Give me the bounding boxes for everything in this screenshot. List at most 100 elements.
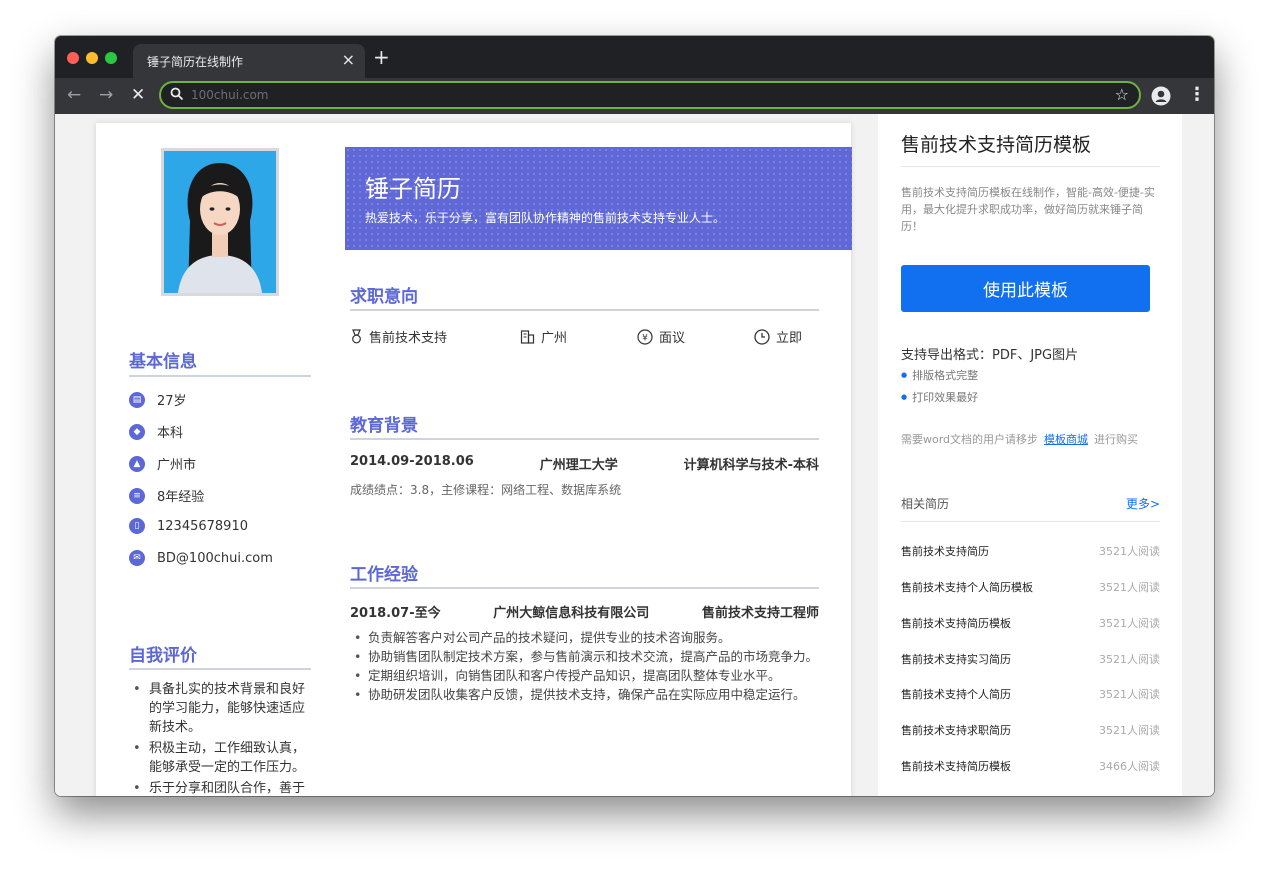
intent-city: 广州 — [520, 327, 567, 346]
education-title: 教育背景 — [350, 416, 418, 436]
related-item[interactable]: 售前技术支持实习简历 3521人阅读 — [901, 651, 1160, 667]
info-age-text: 27岁 — [157, 394, 187, 409]
list-item: 负责解答客户对公司产品的技术疑问，提供专业的技术咨询服务。 — [350, 629, 819, 646]
resume-tagline: 热爱技术，乐于分享，富有团队协作精神的售前技术支持专业人士。 — [365, 211, 726, 225]
export-format-title: 支持导出格式：PDF、JPG图片 — [901, 348, 1079, 363]
template-sidebar: 售前技术支持简历模板 售前技术支持简历模板在线制作，智能-高效-便捷-实用，最大… — [878, 114, 1182, 796]
browser-tab[interactable]: 锤子简历在线制作 × — [133, 44, 365, 78]
list-item: 协助销售团队制定技术方案，参与售前演示和技术交流，提高产品的市场竞争力。 — [350, 648, 819, 665]
education-period: 2014.09-2018.06 — [350, 454, 474, 469]
more-link[interactable]: 更多> — [1126, 495, 1160, 512]
related-title: 相关简历 — [901, 497, 950, 511]
template-title: 售前技术支持简历模板 — [901, 134, 1092, 156]
related-item[interactable]: 售前技术支持简历 3521人阅读 — [901, 543, 1160, 559]
tab-bar: 锤子简历在线制作 × + — [55, 36, 1214, 78]
info-email: ✉ BD@100chui.com — [129, 550, 273, 566]
info-age: ▤ 27岁 — [129, 390, 187, 409]
related-item-name[interactable]: 售前技术支持简历模板 — [901, 615, 1011, 631]
minimize-window-dot[interactable] — [86, 52, 98, 64]
intent-salary-text: 面议 — [659, 331, 686, 346]
forward-button[interactable]: → — [99, 84, 113, 106]
new-tab-button[interactable]: + — [373, 47, 390, 67]
address-url[interactable]: 100chui.com — [191, 88, 269, 102]
related-item-count: 3521人阅读 — [1099, 581, 1160, 594]
maximize-window-dot[interactable] — [105, 52, 117, 64]
related-item-count: 3521人阅读 — [1099, 653, 1160, 666]
related-item-name[interactable]: 售前技术支持实习简历 — [901, 651, 1011, 667]
basic-info-divider — [129, 375, 311, 377]
info-experience-text: 8年经验 — [157, 490, 205, 505]
related-item-name[interactable]: 售前技术支持求职简历 — [901, 722, 1011, 738]
word-note-suffix: 进行购买 — [1094, 433, 1139, 446]
stop-button[interactable]: ✕ — [131, 84, 145, 106]
info-experience: ≡ 8年经验 — [129, 486, 204, 505]
related-header: 相关简历 更多> — [901, 495, 1160, 512]
education-desc: 成绩绩点：3.8，主修课程：网络工程、数据库系统 — [350, 483, 622, 497]
browser-window: 锤子简历在线制作 × + ← → ✕ 100chui.com ☆ ⋮ 基本信息 … — [55, 36, 1214, 796]
related-item[interactable]: 售前技术支持简历模板 3521人阅读 — [901, 615, 1160, 631]
info-phone: ▯ 12345678910 — [129, 518, 248, 534]
work-period: 2018.07-至今 — [350, 606, 441, 621]
address-bar[interactable]: 100chui.com ☆ — [159, 81, 1141, 109]
medal-icon — [352, 329, 361, 344]
info-city-text: 广州市 — [157, 458, 197, 473]
basic-info-title: 基本信息 — [129, 352, 197, 372]
education-divider — [350, 438, 819, 440]
word-note: 需要word文档的用户请移步 模板商城 进行购买 — [901, 431, 1138, 447]
work-duties-list: 负责解答客户对公司产品的技术疑问，提供专业的技术咨询服务。 协助销售团队制定技术… — [350, 629, 819, 705]
work-divider — [350, 587, 819, 589]
page-viewport: 基本信息 ▤ 27岁 ◆ 本科 ▲ 广州市 ≡ 8年经验 ▯ 123456789… — [55, 114, 1214, 796]
back-button[interactable]: ← — [67, 84, 81, 106]
related-item[interactable]: 售前技术支持个人简历 3521人阅读 — [901, 686, 1160, 702]
search-icon — [170, 87, 184, 101]
browser-toolbar: ← → ✕ 100chui.com ☆ ⋮ — [55, 78, 1214, 114]
resume-paper: 基本信息 ▤ 27岁 ◆ 本科 ▲ 广州市 ≡ 8年经验 ▯ 123456789… — [96, 123, 852, 796]
tab-title: 锤子简历在线制作 — [147, 55, 244, 69]
export-item: 排版格式完整 — [901, 367, 978, 383]
phone-icon: ▯ — [129, 518, 145, 534]
related-item-name[interactable]: 售前技术支持个人简历 — [901, 686, 1011, 702]
info-email-text: BD@100chui.com — [157, 550, 273, 566]
calendar-icon: ▤ — [129, 391, 145, 408]
info-education: ◆ 本科 — [129, 422, 183, 441]
template-desc: 售前技术支持简历模板在线制作，智能-高效-便捷-实用，最大化提升求职成功率，做好… — [901, 186, 1155, 233]
list-item: 乐于分享和团队合作，善于 — [129, 779, 314, 796]
self-eval-list: 具备扎实的技术背景和良好的学习能力，能够快速适应新技术。 积极主动，工作细致认真… — [129, 680, 314, 796]
bookmark-star-icon[interactable]: ☆ — [1115, 85, 1129, 104]
close-window-dot[interactable] — [67, 52, 79, 64]
location-icon: ▲ — [129, 455, 145, 472]
resume-banner: 锤子简历 热爱技术，乐于分享，富有团队协作精神的售前技术支持专业人士。 — [345, 147, 852, 250]
related-item-count: 3466人阅读 — [1099, 760, 1160, 773]
related-item-name[interactable]: 售前技术支持简历模板 — [901, 758, 1011, 774]
education-school: 广州理工大学 — [539, 458, 618, 473]
related-item[interactable]: 售前技术支持简历模板 3466人阅读 — [901, 758, 1160, 774]
related-item[interactable]: 售前技术支持个人简历模板 3521人阅读 — [901, 579, 1160, 595]
intent-position-text: 售前技术支持 — [369, 331, 448, 346]
work-row: 2018.07-至今 广州大鲸信息科技有限公司 售前技术支持工程师 — [350, 602, 819, 621]
template-mall-link[interactable]: 模板商城 — [1044, 433, 1088, 446]
graduation-cap-icon: ◆ — [129, 423, 145, 440]
list-item: 协助研发团队收集客户反馈，提供技术支持，确保产品在实际应用中稳定运行。 — [350, 686, 819, 703]
intent-availability-text: 立即 — [776, 331, 803, 346]
export-item: 打印效果最好 — [901, 389, 978, 405]
building-icon — [520, 330, 535, 344]
related-item-name[interactable]: 售前技术支持简历 — [901, 543, 989, 559]
work-title: 工作经验 — [350, 565, 418, 585]
word-note-prefix: 需要word文档的用户请移步 — [901, 433, 1039, 446]
info-education-text: 本科 — [157, 426, 184, 441]
related-divider — [901, 521, 1160, 522]
list-item: 具备扎实的技术背景和良好的学习能力，能够快速适应新技术。 — [129, 680, 314, 737]
briefcase-icon: ≡ — [129, 487, 145, 504]
resume-photo — [161, 148, 279, 296]
intent-salary: ¥ 面议 — [637, 327, 685, 346]
related-item-name[interactable]: 售前技术支持个人简历模板 — [901, 579, 1033, 595]
yen-icon: ¥ — [637, 328, 653, 345]
related-item[interactable]: 售前技术支持求职简历 3521人阅读 — [901, 722, 1160, 738]
tab-close-icon[interactable]: × — [342, 50, 355, 69]
related-item-count: 3521人阅读 — [1099, 617, 1160, 630]
work-company: 广州大鲸信息科技有限公司 — [493, 606, 650, 621]
use-template-button[interactable]: 使用此模板 — [901, 265, 1150, 312]
info-city: ▲ 广州市 — [129, 454, 196, 473]
menu-kebab-icon[interactable]: ⋮ — [1188, 84, 1206, 106]
profile-avatar-icon[interactable] — [1151, 86, 1171, 106]
